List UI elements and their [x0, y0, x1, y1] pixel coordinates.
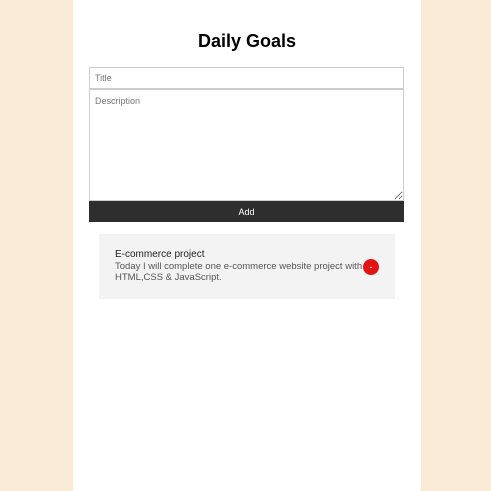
add-button[interactable]: Add — [89, 201, 404, 222]
page-title: Daily Goals — [197, 31, 297, 51]
delete-goal-button[interactable]: - — [363, 259, 379, 275]
description-input[interactable] — [89, 89, 404, 201]
goal-card: E-commerce project Today I will complete… — [99, 234, 395, 299]
goal-title: E-commerce project — [115, 249, 205, 260]
title-input[interactable] — [89, 67, 404, 89]
goal-description: Today I will complete one e-commerce web… — [115, 261, 363, 283]
goals-panel: Daily Goals Add E-commerce project Today… — [73, 0, 421, 491]
